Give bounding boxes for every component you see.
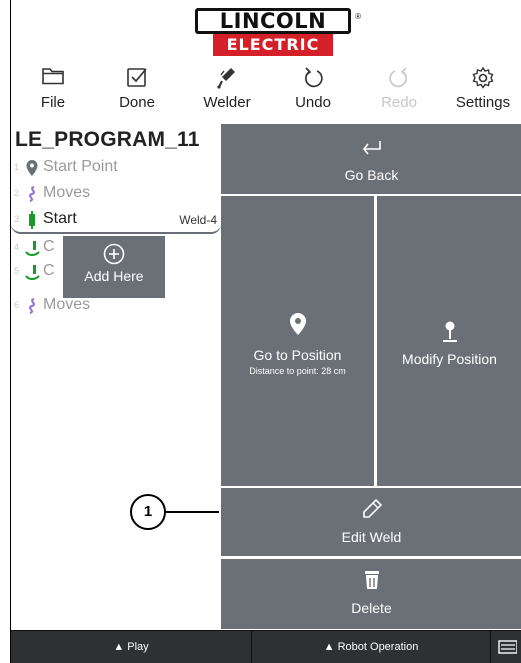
delete-label: Delete	[351, 600, 392, 616]
program-title: LE_PROGRAM_11	[15, 128, 200, 151]
lincoln-electric-logo: LINCOLN ® ELECTRIC	[195, 8, 361, 56]
app-window: LINCOLN ® ELECTRIC File Done Welder Undo…	[10, 0, 521, 663]
add-here-button[interactable]: Add Here	[63, 236, 165, 298]
row-label: C	[43, 238, 55, 255]
row-label: Start	[43, 210, 77, 227]
file-label: File	[40, 94, 66, 111]
keyboard-button[interactable]	[491, 631, 521, 663]
return-arrow-icon	[221, 124, 521, 163]
undo-label: Undo	[295, 94, 331, 111]
row-label: Moves	[43, 184, 91, 201]
edit-weld-button[interactable]: Edit Weld	[221, 488, 521, 556]
go-to-position-button[interactable]: Go to Position Distance to point: 28 cm	[221, 196, 374, 486]
plus-circle-icon	[103, 243, 125, 265]
row-number: 4	[14, 242, 20, 252]
logo-line2: ELECTRIC	[213, 34, 333, 56]
row-number: 3	[14, 214, 20, 224]
delete-button[interactable]: Delete	[221, 559, 521, 629]
bottom-bar: ▲ Play ▲ Robot Operation	[11, 630, 521, 663]
settings-button[interactable]: Settings	[443, 62, 521, 118]
modify-position-button[interactable]: Modify Position	[377, 196, 521, 486]
row-number: 2	[14, 188, 20, 198]
welder-button[interactable]: Welder	[187, 62, 267, 118]
file-button[interactable]: File	[13, 62, 93, 118]
trash-icon	[221, 559, 521, 596]
row-number: 5	[14, 266, 20, 276]
done-label: Done	[119, 94, 155, 111]
add-here-label: Add Here	[84, 268, 144, 284]
callout-leader-line	[166, 511, 219, 513]
go-back-label: Go Back	[344, 167, 399, 183]
moves-icon	[25, 185, 39, 203]
location-pin-icon	[221, 312, 374, 341]
weld-tag: Weld-4	[179, 213, 217, 227]
row-label: Start Point	[43, 158, 118, 175]
undo-button[interactable]: Undo	[273, 62, 353, 118]
callout-marker: 1	[130, 494, 166, 530]
gear-icon	[443, 62, 521, 92]
done-button[interactable]: Done	[97, 62, 177, 118]
distance-to-point: Distance to point: 28 cm	[249, 366, 346, 376]
check-square-icon	[97, 62, 177, 92]
go-back-button[interactable]: Go Back	[221, 124, 521, 194]
settings-label: Settings	[455, 94, 511, 111]
actions-panel: Go Back Go to Position Distance to point…	[221, 124, 521, 629]
play-button[interactable]: ▲ Play	[11, 631, 251, 663]
pushpin-icon	[377, 320, 521, 349]
pencil-icon	[221, 488, 521, 525]
program-panel: LE_PROGRAM_11 1 Start Point 2 Moves 3 St…	[11, 124, 221, 629]
moves-icon	[25, 297, 39, 315]
program-row[interactable]: 1 Start Point	[11, 156, 221, 180]
redo-label: Redo	[381, 94, 417, 111]
welder-label: Welder	[203, 94, 251, 111]
location-pin-icon	[25, 159, 39, 177]
weld-arc-icon	[25, 263, 40, 281]
edit-weld-label: Edit Weld	[341, 529, 402, 545]
weld-arc-icon	[25, 239, 40, 257]
welder-icon	[187, 62, 267, 92]
redo-icon	[359, 62, 439, 92]
weld-torch-icon	[25, 211, 39, 229]
logo-line1: LINCOLN	[195, 8, 351, 34]
toolbar: File Done Welder Undo Redo Settings	[11, 62, 521, 118]
go-to-position-label: Go to Position	[253, 347, 342, 363]
keyboard-icon	[497, 640, 518, 654]
redo-button[interactable]: Redo	[359, 62, 439, 118]
modify-position-label: Modify Position	[402, 351, 497, 367]
row-label: C	[43, 262, 55, 279]
logo-registered-mark: ®	[355, 12, 361, 21]
row-label: Moves	[43, 296, 91, 313]
row-number: 1	[14, 162, 20, 172]
program-row-selected[interactable]: 3 Start Weld-4	[11, 208, 221, 232]
robot-operation-button[interactable]: ▲ Robot Operation	[252, 631, 490, 663]
undo-icon	[273, 62, 353, 92]
folder-icon	[13, 62, 93, 92]
program-row[interactable]: 2 Moves	[11, 182, 221, 206]
row-number: 6	[14, 300, 20, 310]
